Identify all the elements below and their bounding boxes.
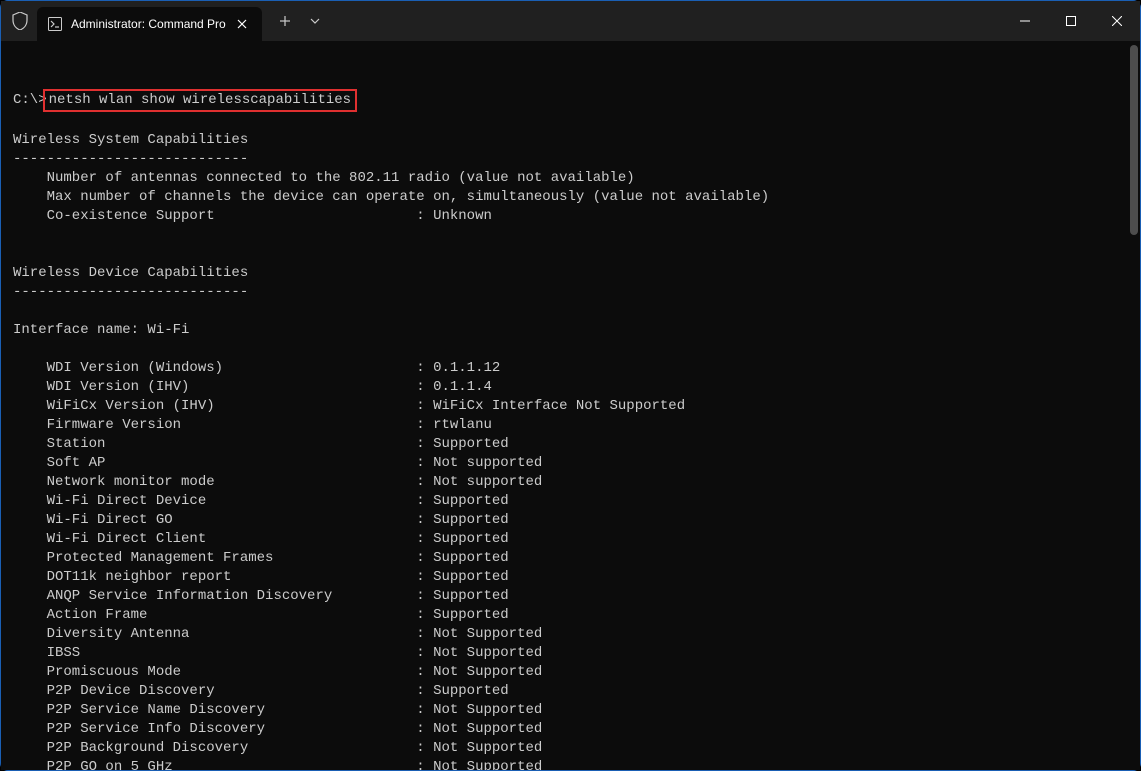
window-controls [1002, 1, 1140, 41]
device-caps-dashes: ---------------------------- [13, 284, 248, 300]
new-tab-button[interactable] [270, 6, 300, 36]
command-text: netsh wlan show wirelesscapabilities [49, 92, 351, 108]
titlebar-left: Administrator: Command Pro [1, 1, 330, 41]
maximize-button[interactable] [1048, 1, 1094, 41]
terminal-area[interactable]: C:\>netsh wlan show wirelesscapabilities… [1, 41, 1140, 770]
device-rows: WDI Version (Windows) : 0.1.1.12 WDI Ver… [13, 360, 685, 770]
device-caps-title: Wireless Device Capabilities [13, 265, 248, 281]
tab-title: Administrator: Command Pro [71, 17, 226, 31]
close-window-button[interactable] [1094, 1, 1140, 41]
terminal-output: C:\>netsh wlan show wirelesscapabilities… [13, 70, 1140, 770]
close-tab-icon[interactable] [234, 16, 250, 32]
system-caps-title: Wireless System Capabilities [13, 132, 248, 148]
scrollbar-thumb[interactable] [1130, 45, 1138, 235]
tab-command-prompt[interactable]: Administrator: Command Pro [37, 7, 262, 41]
interface-name: Interface name: Wi-Fi [13, 322, 189, 338]
shield-icon [9, 10, 31, 32]
prompt: C:\> [13, 92, 47, 108]
minimize-button[interactable] [1002, 1, 1048, 41]
system-line-2: Co-existence Support : Unknown [13, 208, 492, 224]
tab-dropdown-button[interactable] [300, 6, 330, 36]
system-line-0: Number of antennas connected to the 802.… [13, 170, 635, 186]
titlebar: Administrator: Command Pro [1, 1, 1140, 41]
system-caps-dashes: ---------------------------- [13, 151, 248, 167]
system-line-1: Max number of channels the device can op… [13, 189, 769, 205]
cmd-icon [47, 16, 63, 32]
command-highlight: netsh wlan show wirelesscapabilities [43, 89, 357, 112]
